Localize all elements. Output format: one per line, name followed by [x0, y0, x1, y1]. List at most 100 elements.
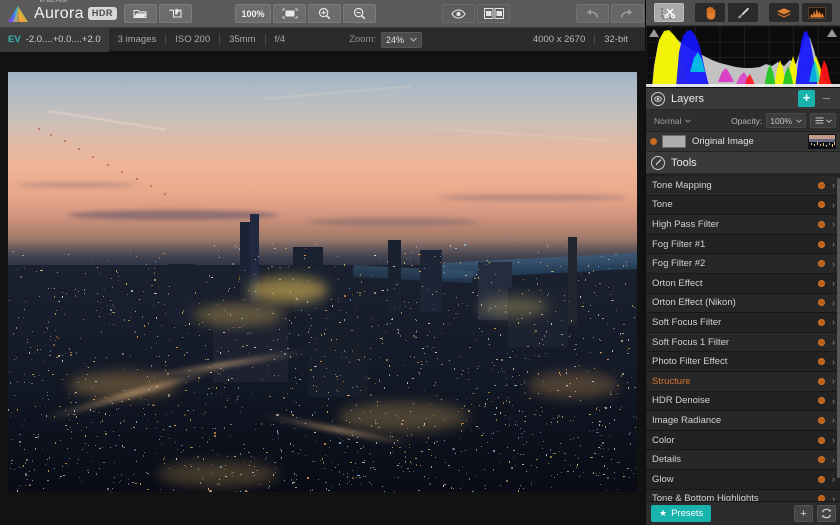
- remove-layer-button[interactable]: –: [818, 90, 835, 107]
- tool-name: Soft Focus 1 Filter: [652, 336, 730, 348]
- presets-button[interactable]: ★ Presets: [651, 505, 712, 522]
- open-image-button[interactable]: [123, 4, 157, 23]
- tool-row[interactable]: Structure ›: [646, 371, 840, 392]
- visibility-dot-icon[interactable]: [650, 138, 657, 145]
- tool-row[interactable]: Tone Mapping ›: [646, 176, 840, 196]
- chevron-right-icon[interactable]: ›: [832, 455, 835, 465]
- chevron-right-icon[interactable]: ›: [832, 494, 835, 501]
- app-logo: BY MACPHUN Aurora HDR: [0, 0, 117, 23]
- chevron-right-icon[interactable]: ›: [832, 337, 835, 347]
- tool-row[interactable]: High Pass Filter ›: [646, 215, 840, 235]
- chevron-right-icon[interactable]: ›: [832, 259, 835, 269]
- tool-row[interactable]: Photo Filter Effect ›: [646, 352, 840, 372]
- export-image-button[interactable]: [158, 4, 192, 23]
- chevron-right-icon[interactable]: ›: [832, 239, 835, 249]
- tool-row[interactable]: Details ›: [646, 450, 840, 470]
- photo-city-skyline[interactable]: [8, 72, 637, 492]
- layers-panel-button[interactable]: [769, 3, 799, 22]
- zoom-out-icon: [353, 7, 366, 20]
- tool-row[interactable]: HDR Denoise ›: [646, 391, 840, 412]
- hand-pan-icon: [704, 6, 717, 20]
- tool-toggle-dot-icon[interactable]: [818, 436, 825, 444]
- chevron-right-icon[interactable]: ›: [832, 200, 835, 210]
- tool-row[interactable]: Fog Filter #2 ›: [646, 254, 840, 274]
- fit-to-screen-button[interactable]: [273, 4, 307, 23]
- chevron-right-icon[interactable]: ›: [832, 357, 835, 367]
- blend-mode-select[interactable]: Normal: [650, 113, 695, 128]
- image-info-bar: EV -2.0....+0.0....+2.0 3 images ISO 200…: [0, 27, 645, 52]
- undo-button[interactable]: [575, 4, 609, 23]
- tool-toggle-dot-icon[interactable]: [818, 279, 825, 287]
- tool-toggle-dot-icon[interactable]: [818, 240, 825, 248]
- tool-row[interactable]: Tone & Bottom Highlights ›: [646, 489, 840, 501]
- refresh-presets-button[interactable]: [817, 505, 836, 522]
- histogram-display[interactable]: [646, 26, 840, 88]
- tool-row[interactable]: Soft Focus 1 Filter ›: [646, 332, 840, 353]
- chevron-right-icon[interactable]: ›: [832, 474, 835, 484]
- bit-depth: 32-bit: [604, 34, 628, 45]
- highlight-clip-indicator[interactable]: [827, 29, 837, 37]
- layers-panel-header: Layers + –: [646, 88, 840, 110]
- image-dimensions: 4000 x 2670: [532, 34, 586, 45]
- window-lights: [8, 72, 637, 492]
- hand-tool-button[interactable]: [695, 3, 725, 22]
- add-preset-button[interactable]: +: [794, 505, 813, 522]
- image-canvas[interactable]: [0, 52, 645, 525]
- brush-tool-button[interactable]: [728, 3, 758, 22]
- tool-row[interactable]: Glow ›: [646, 469, 840, 490]
- ev-label: EV: [8, 34, 21, 45]
- tool-row[interactable]: Tone ›: [646, 195, 840, 216]
- preview-toggle-button[interactable]: [442, 4, 476, 23]
- histogram-panel-button[interactable]: [802, 3, 832, 22]
- chevron-right-icon[interactable]: ›: [832, 317, 835, 327]
- tool-name: High Pass Filter: [652, 218, 720, 230]
- shadow-clip-indicator[interactable]: [649, 29, 659, 37]
- tool-toggle-dot-icon[interactable]: [818, 377, 825, 385]
- zoom-100-button[interactable]: 100%: [235, 4, 272, 23]
- tool-toggle-dot-icon[interactable]: [818, 260, 825, 268]
- layer-image-thumbnail: [808, 134, 836, 149]
- chevron-right-icon[interactable]: ›: [832, 180, 835, 190]
- tool-row[interactable]: Color ›: [646, 430, 840, 451]
- layer-item-original[interactable]: Original Image: [646, 132, 840, 152]
- crop-tool-button[interactable]: [654, 3, 684, 22]
- tools-list[interactable]: Tone Mapping › Tone › High Pass Filter › Fog F…: [646, 176, 840, 501]
- tool-row[interactable]: Orton Effect ›: [646, 273, 840, 294]
- opacity-select[interactable]: 100%: [766, 113, 806, 128]
- chevron-right-icon[interactable]: ›: [832, 415, 835, 425]
- layer-mask-thumbnail[interactable]: [662, 135, 686, 148]
- zoom-level-select[interactable]: 24%: [381, 31, 423, 48]
- main-toolbar: BY MACPHUN Aurora HDR 100%: [0, 0, 645, 28]
- eye-preview-icon: [451, 8, 466, 19]
- zoom-in-button[interactable]: [308, 4, 342, 23]
- tool-row[interactable]: Orton Effect (Nikon) ›: [646, 293, 840, 314]
- tool-toggle-dot-icon[interactable]: [818, 338, 825, 346]
- tool-row[interactable]: Fog Filter #1 ›: [646, 234, 840, 255]
- tool-toggle-dot-icon[interactable]: [818, 181, 825, 189]
- before-after-button[interactable]: [477, 4, 511, 23]
- zoom-out-button[interactable]: [343, 4, 377, 23]
- tool-toggle-dot-icon[interactable]: [818, 201, 825, 209]
- chevron-right-icon[interactable]: ›: [832, 396, 835, 406]
- tool-row[interactable]: Image Radiance ›: [646, 411, 840, 431]
- add-layer-button[interactable]: +: [798, 90, 815, 107]
- tool-toggle-dot-icon[interactable]: [818, 397, 825, 405]
- chevron-right-icon[interactable]: ›: [832, 278, 835, 288]
- tool-toggle-dot-icon[interactable]: [818, 456, 825, 464]
- chevron-right-icon[interactable]: ›: [832, 435, 835, 445]
- tool-toggle-dot-icon[interactable]: [818, 318, 825, 326]
- tool-toggle-dot-icon[interactable]: [818, 220, 825, 228]
- layer-menu-button[interactable]: [810, 113, 836, 128]
- chevron-right-icon[interactable]: ›: [832, 219, 835, 229]
- crop-transform-icon: [661, 7, 677, 19]
- tool-row[interactable]: Soft Focus Filter ›: [646, 313, 840, 333]
- redo-button[interactable]: [610, 4, 644, 23]
- tool-toggle-dot-icon[interactable]: [818, 475, 825, 483]
- tool-toggle-dot-icon[interactable]: [818, 358, 825, 366]
- chevron-right-icon[interactable]: ›: [832, 376, 835, 386]
- tool-toggle-dot-icon[interactable]: [818, 299, 825, 307]
- file-button-group: [123, 4, 193, 23]
- tool-name: Tone: [652, 199, 673, 211]
- chevron-right-icon[interactable]: ›: [832, 298, 835, 308]
- tool-toggle-dot-icon[interactable]: [818, 416, 825, 424]
